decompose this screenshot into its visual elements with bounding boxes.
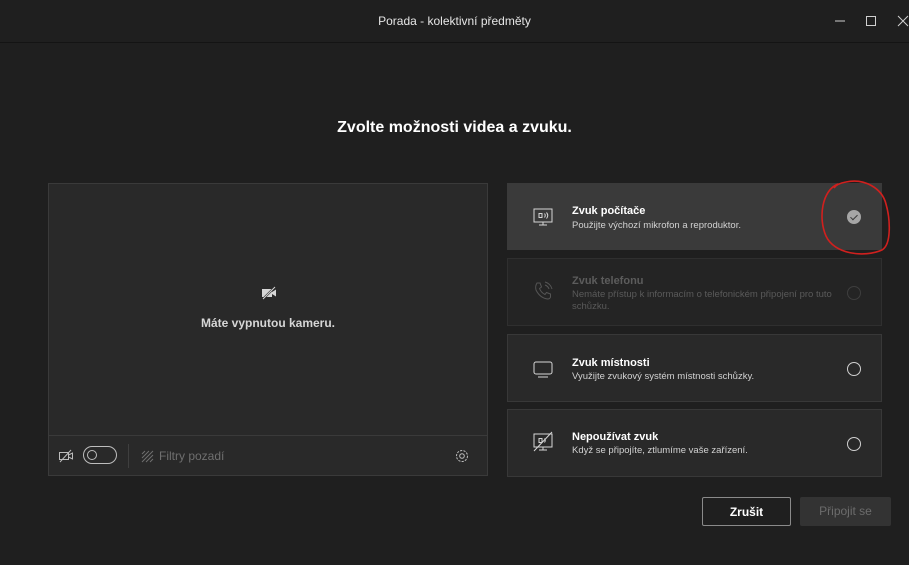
computer-speaker-icon xyxy=(531,205,555,229)
option-description: Když se připojíte, ztlumíme vaše zařízen… xyxy=(572,445,748,456)
camera-off-icon xyxy=(261,285,277,301)
no-audio-icon xyxy=(531,430,555,454)
option-radio-checked[interactable] xyxy=(847,210,861,224)
option-radio[interactable] xyxy=(847,362,861,376)
toolbar-divider xyxy=(128,444,129,468)
option-description: Nemáte přístup k informacím o telefonick… xyxy=(572,289,832,312)
option-title: Zvuk místnosti xyxy=(572,357,650,369)
option-description: Použijte výchozí mikrofon a reproduktor. xyxy=(572,220,741,231)
room-display-icon xyxy=(531,357,555,381)
preview-toolbar: Filtry pozadí xyxy=(49,435,487,476)
title-bar: Porada - kolektivní předměty xyxy=(0,0,909,43)
option-radio[interactable] xyxy=(847,437,861,451)
device-settings-icon[interactable] xyxy=(454,448,470,464)
option-title: Nepoužívat zvuk xyxy=(572,431,659,443)
window-title: Porada - kolektivní předměty xyxy=(378,14,531,28)
background-filters-button[interactable]: Filtry pozadí xyxy=(159,449,224,463)
option-description: Využijte zvukový systém místnosti schůzk… xyxy=(572,371,755,382)
audio-option-room[interactable]: Zvuk místnosti Využijte zvukový systém m… xyxy=(507,334,882,402)
toggle-knob xyxy=(87,450,97,460)
option-radio xyxy=(847,286,861,300)
teams-window: Porada - kolektivní předměty Zvolte možn… xyxy=(0,0,909,565)
audio-option-phone: Zvuk telefonu Nemáte přístup k informací… xyxy=(507,258,882,326)
camera-off-message: Máte vypnutou kameru. xyxy=(200,316,336,330)
background-filters-icon xyxy=(140,449,154,463)
camera-toggle[interactable] xyxy=(83,446,117,464)
minimize-icon[interactable] xyxy=(830,11,850,31)
cancel-button[interactable]: Zrušit xyxy=(702,497,791,526)
audio-option-computer[interactable]: Zvuk počítače Použijte výchozí mikrofon … xyxy=(507,183,882,250)
camera-off-icon xyxy=(58,449,74,463)
close-icon[interactable] xyxy=(893,11,909,31)
join-button[interactable]: Připojit se xyxy=(800,497,891,526)
audio-option-none[interactable]: Nepoužívat zvuk Když se připojíte, ztlum… xyxy=(507,409,882,477)
maximize-icon[interactable] xyxy=(861,11,881,31)
option-title: Zvuk telefonu xyxy=(572,275,644,287)
option-title: Zvuk počítače xyxy=(572,205,646,217)
video-preview: Máte vypnutou kameru. Filtry pozadí xyxy=(48,183,488,476)
phone-icon xyxy=(531,279,555,303)
page-heading: Zvolte možnosti videa a zvuku. xyxy=(337,119,572,136)
window-bottom-edge xyxy=(0,565,909,575)
